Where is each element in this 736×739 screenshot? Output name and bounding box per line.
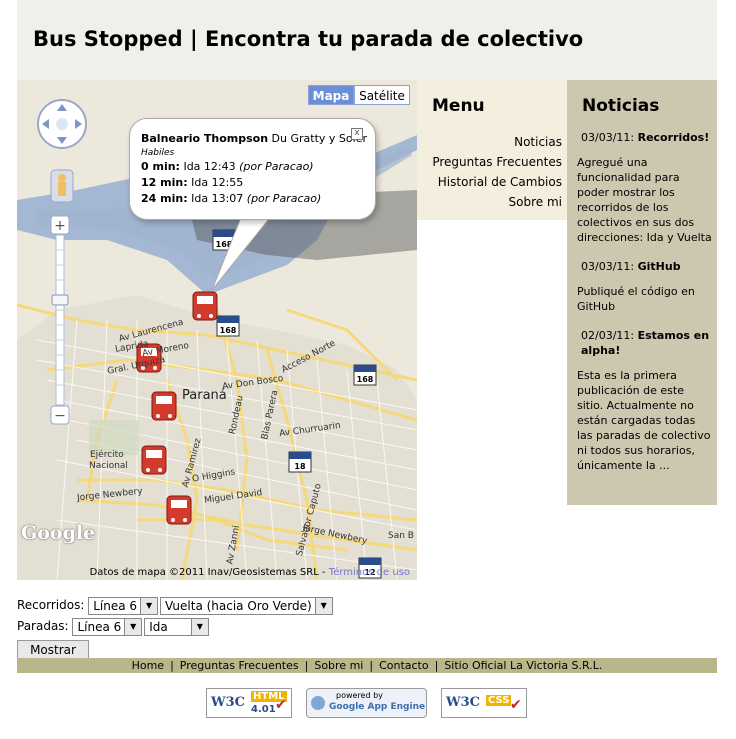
svg-text:168: 168 (357, 375, 374, 384)
arrival-row: 0 min: Ida 12:43 (por Paracao) (141, 160, 314, 173)
nacional-label: Nacional (89, 461, 128, 471)
svg-text:−: − (54, 408, 66, 424)
footer-link-preguntas-frecuentes[interactable]: Preguntas Frecuentes (180, 659, 299, 672)
paradas-direction-select[interactable]: Ida ▼ (144, 617, 209, 636)
news-item-body: Esta es la primera publicación de este s… (577, 369, 711, 472)
ejercito-label: Ejército (90, 450, 124, 460)
terms-of-use-link[interactable]: Términos de uso (329, 567, 410, 578)
map-copyright: Datos de mapa ©2011 Inav/Geosistemas SRL… (89, 567, 410, 578)
svg-text:18: 18 (294, 462, 306, 471)
map-type-satellite-button[interactable]: Satélite (354, 85, 410, 105)
stop-name: Balneario Thompson (141, 132, 269, 145)
menu-item-sobre-mi[interactable]: Sobre mi (432, 192, 562, 212)
footer-nav: Home | Preguntas Frecuentes | Sobre mi | Conta… (17, 658, 717, 673)
chevron-down-icon: ▼ (314, 597, 332, 614)
chevron-down-icon: ▼ (140, 597, 158, 614)
svg-text:168: 168 (220, 326, 237, 335)
pan-control-icon (37, 99, 87, 149)
footer-link-home[interactable]: Home (132, 659, 164, 672)
menu-item-noticias[interactable]: Noticias (432, 132, 562, 152)
menu-item-historial-de-cambios[interactable]: Historial de Cambios (432, 172, 562, 192)
footer-link-contacto[interactable]: Contacto (379, 659, 429, 672)
site-header: Bus Stopped | Encontra tu parada de cole… (17, 0, 717, 80)
map-type-map-button[interactable]: Mapa (308, 85, 354, 105)
news-item-header: 02/03/11: Estamos en alpha! (581, 329, 710, 357)
day-type: Habiles (141, 148, 175, 158)
paradas-label: Paradas: (17, 619, 69, 633)
checkmark-icon: ✔ (275, 697, 287, 713)
recorridos-line-select[interactable]: Línea 6 ▼ (88, 596, 159, 615)
recorridos-label: Recorridos: (17, 598, 85, 612)
menu-panel: Menu Noticias Preguntas Frecuentes Histo… (417, 80, 567, 220)
app-engine-badge[interactable]: powered by Google App Engine (306, 688, 427, 718)
news-item-body: Publiqué el código en GitHub (577, 285, 695, 313)
menu-title: Menu (432, 96, 485, 116)
news-item-header: 03/03/11: Recorridos! (581, 131, 710, 144)
news-title: Noticias (582, 96, 660, 116)
chevron-down-icon: ▼ (190, 618, 208, 635)
google-logo[interactable]: Google (21, 522, 95, 544)
news-panel: Noticias 03/03/11: Recorridos! Agregué u… (567, 80, 717, 505)
arrival-row: 24 min: Ida 13:07 (por Paracao) (141, 192, 322, 205)
san-b-label: San B (388, 531, 414, 541)
paradas-line-select[interactable]: Línea 6 ▼ (72, 617, 143, 636)
w3c-html-badge[interactable]: W3C HTML 4.01 ✔ (206, 688, 292, 718)
street-view-pegman-icon (50, 169, 74, 203)
footer-link-sitio-oficial[interactable]: Sitio Oficial La Victoria S.R.L. (444, 659, 602, 672)
google-map[interactable]: + − 168 168 168 18 12 Mapa Satélite Para… (17, 80, 417, 580)
checkmark-icon: ✔ (510, 697, 522, 713)
show-button[interactable]: Mostrar (17, 640, 89, 660)
info-window: Balneario Thompson Du Gratty y Soler Hab… (129, 118, 376, 220)
news-item-header: 03/03/11: GitHub (581, 260, 681, 273)
menu-item-preguntas-frecuentes[interactable]: Preguntas Frecuentes (432, 152, 562, 172)
w3c-css-badge[interactable]: W3C CSS ✔ (441, 688, 527, 718)
svg-text:+: + (54, 218, 66, 234)
news-item-body: Agregué una funcionalidad para poder mos… (577, 156, 712, 244)
arrival-row: 12 min: Ida 12:55 (141, 176, 244, 189)
close-icon[interactable]: x (351, 128, 363, 140)
app-engine-icon (311, 696, 325, 710)
recorridos-direction-select[interactable]: Vuelta (hacia Oro Verde) ▼ (160, 596, 333, 615)
page-title: Bus Stopped | Encontra tu parada de cole… (33, 27, 584, 51)
chevron-down-icon: ▼ (124, 618, 142, 635)
city-label: Paraná (182, 388, 227, 403)
footer-link-sobre-mi[interactable]: Sobre mi (314, 659, 363, 672)
